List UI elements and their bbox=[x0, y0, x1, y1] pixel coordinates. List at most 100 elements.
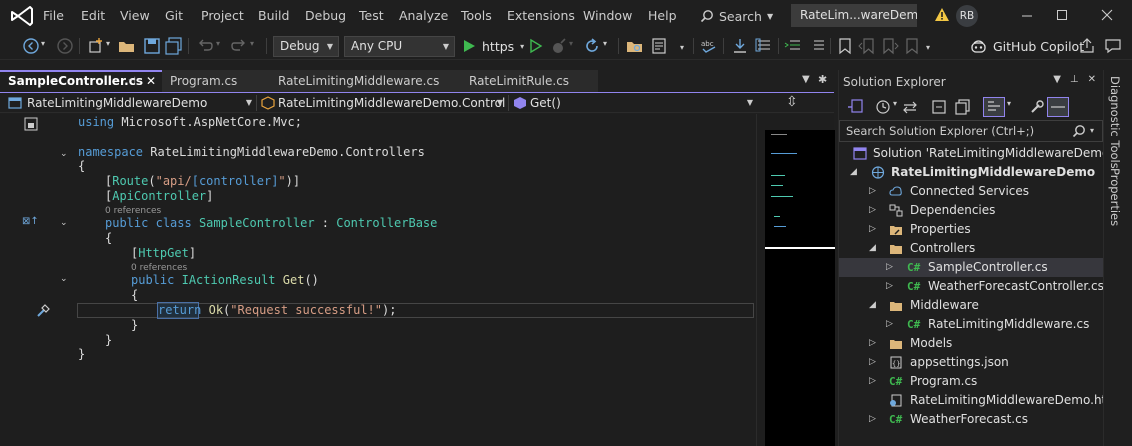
maximize-icon[interactable] bbox=[1051, 4, 1073, 26]
share-icon[interactable] bbox=[1078, 37, 1096, 55]
tree-item-program[interactable]: ▷ C# Program.cs bbox=[839, 372, 1103, 391]
project-dropdown[interactable]: RateLimitingMiddlewareDemo ▼ bbox=[6, 94, 254, 112]
back-dropdown-icon[interactable]: ▾ bbox=[41, 39, 45, 48]
member-dropdown[interactable]: Get() ▼ bbox=[511, 94, 755, 112]
global-search[interactable]: Search ▼ bbox=[700, 6, 773, 26]
collapsed-chevron-icon[interactable]: ▷ bbox=[869, 182, 876, 201]
minimap-scrollbar[interactable] bbox=[756, 114, 835, 446]
properties-wrench-icon[interactable] bbox=[1029, 99, 1045, 115]
spell-check-icon[interactable]: abc bbox=[700, 37, 718, 55]
hot-reload-dropdown-icon[interactable]: ▾ bbox=[569, 39, 573, 48]
expanded-chevron-icon[interactable]: ◢ bbox=[869, 296, 876, 315]
save-icon[interactable] bbox=[143, 37, 161, 55]
comment-lines-icon[interactable] bbox=[755, 37, 773, 55]
previous-bookmark-icon[interactable] bbox=[858, 37, 876, 55]
collapsed-chevron-icon[interactable]: ▷ bbox=[869, 334, 876, 353]
pin-icon[interactable]: ⊥ bbox=[1070, 74, 1079, 85]
step-into-icon[interactable] bbox=[731, 37, 749, 55]
fold-collapse-icon[interactable]: ⌄ bbox=[60, 218, 68, 228]
menu-analyze[interactable]: Analyze bbox=[399, 8, 448, 23]
menu-window[interactable]: Window bbox=[583, 8, 632, 23]
configuration-select[interactable]: Debug ▼ bbox=[273, 36, 339, 57]
close-icon[interactable]: ✕ bbox=[1088, 74, 1096, 85]
menu-extensions[interactable]: Extensions bbox=[507, 8, 575, 23]
tree-item-connected-services[interactable]: ▷ Connected Services bbox=[839, 182, 1103, 201]
collapsed-chevron-icon[interactable]: ▷ bbox=[869, 201, 876, 220]
tree-item-appsettings[interactable]: ▷ {} appsettings.json bbox=[839, 353, 1103, 372]
minimap-viewport[interactable] bbox=[765, 130, 835, 248]
search-options-icon[interactable]: ▾ bbox=[1090, 121, 1094, 141]
tab-rate-limit-rule[interactable]: RateLimitRule.cs bbox=[461, 70, 598, 92]
menu-build[interactable]: Build bbox=[258, 8, 289, 23]
clear-bookmarks-icon[interactable] bbox=[903, 37, 921, 55]
menu-debug[interactable]: Debug bbox=[305, 8, 346, 23]
refresh-icon[interactable] bbox=[583, 37, 601, 55]
forward-icon[interactable] bbox=[56, 37, 74, 55]
redo-icon[interactable] bbox=[230, 37, 248, 55]
solution-search-input[interactable]: Search Solution Explorer (Ctrl+;) ▾ bbox=[839, 120, 1103, 142]
tab-list-dropdown-icon[interactable]: ▼ bbox=[802, 74, 810, 85]
feedback-icon[interactable] bbox=[1104, 37, 1122, 55]
undo-icon[interactable] bbox=[196, 37, 214, 55]
outdent-icon[interactable] bbox=[808, 37, 826, 55]
fold-collapse-icon[interactable]: ⌄ bbox=[60, 274, 68, 284]
chevron-down-icon[interactable]: ▾ bbox=[1007, 99, 1011, 108]
tree-item-middleware[interactable]: ◢ Middleware bbox=[839, 296, 1103, 315]
save-all-icon[interactable] bbox=[165, 37, 183, 55]
redo-dropdown-icon[interactable]: ▾ bbox=[250, 39, 254, 48]
tab-properties[interactable]: Properties bbox=[1108, 168, 1122, 226]
warning-icon[interactable] bbox=[934, 7, 950, 22]
new-project-icon[interactable] bbox=[87, 37, 105, 55]
hot-reload-icon[interactable] bbox=[550, 37, 568, 55]
tree-item-properties[interactable]: ▷ Properties bbox=[839, 220, 1103, 239]
toggle-options-icon[interactable] bbox=[1047, 97, 1069, 117]
expanded-chevron-icon[interactable]: ◢ bbox=[869, 239, 876, 258]
settings-gear-icon[interactable]: ✱ bbox=[818, 73, 827, 86]
open-folder-icon[interactable] bbox=[118, 37, 136, 55]
tab-program[interactable]: Program.cs bbox=[162, 70, 270, 92]
code-editor[interactable]: ⊠↑ ⌄ ⌄ ⌄ using Microsoft.AspNetCore.Mvc;… bbox=[0, 114, 835, 446]
collapsed-chevron-icon[interactable]: ▷ bbox=[869, 410, 876, 429]
implementation-marker-icon[interactable]: ⊠↑ bbox=[22, 216, 39, 227]
tree-item-http-file[interactable]: RateLimitingMiddlewareDemo.http bbox=[839, 391, 1119, 410]
preview-selected-icon[interactable] bbox=[983, 97, 1005, 117]
format-document-icon[interactable] bbox=[650, 37, 668, 55]
tab-rate-limiting-middleware[interactable]: RateLimitingMiddleware.cs bbox=[270, 70, 461, 92]
show-all-files-icon[interactable] bbox=[955, 99, 971, 115]
menu-help[interactable]: Help bbox=[648, 8, 677, 23]
overflow-icon[interactable]: ▾ bbox=[680, 43, 684, 52]
start-without-debugging-icon[interactable] bbox=[527, 37, 545, 55]
panel-options-icon[interactable]: ▼ bbox=[1053, 74, 1061, 85]
switch-views-icon[interactable] bbox=[847, 99, 863, 115]
collapsed-chevron-icon[interactable]: ▷ bbox=[869, 220, 876, 239]
pin-icon[interactable]: ⊣ bbox=[128, 72, 136, 91]
minimap-overview[interactable] bbox=[765, 249, 835, 446]
type-dropdown[interactable]: RateLimitingMiddlewareDemo.Controlle ▼ bbox=[259, 94, 505, 112]
next-bookmark-icon[interactable] bbox=[881, 37, 899, 55]
close-icon[interactable] bbox=[1096, 4, 1118, 26]
collapsed-chevron-icon[interactable]: ▷ bbox=[869, 372, 876, 391]
tree-item-weather-forecast[interactable]: ▷ C# WeatherForecast.cs bbox=[839, 410, 1103, 429]
collapsed-chevron-icon[interactable]: ▷ bbox=[886, 277, 893, 296]
menu-git[interactable]: Git bbox=[165, 8, 183, 23]
github-copilot-button[interactable]: GitHub Copilot bbox=[970, 37, 1084, 55]
start-debugging-button[interactable]: https ▾ bbox=[463, 37, 524, 55]
menu-project[interactable]: Project bbox=[201, 8, 244, 23]
tree-item-models[interactable]: ▷ Models bbox=[839, 334, 1103, 353]
indent-icon[interactable] bbox=[784, 37, 802, 55]
toolbar-overflow-icon[interactable]: ▾ bbox=[926, 43, 930, 52]
quick-actions-icon[interactable] bbox=[24, 117, 38, 131]
new-dropdown-icon[interactable]: ▾ bbox=[106, 39, 110, 48]
tree-item-sample-controller[interactable]: ▷ C# SampleController.cs bbox=[839, 258, 1103, 277]
menu-edit[interactable]: Edit bbox=[81, 8, 105, 23]
browse-folder-icon[interactable] bbox=[626, 37, 644, 55]
tree-item-dependencies[interactable]: ▷ Dependencies bbox=[839, 201, 1103, 220]
collapsed-chevron-icon[interactable]: ▷ bbox=[869, 353, 876, 372]
pending-changes-icon[interactable] bbox=[875, 99, 891, 115]
tab-sample-controller[interactable]: SampleController.cs ⊣ ✕ bbox=[0, 70, 162, 92]
collapse-all-icon[interactable] bbox=[931, 99, 947, 115]
close-tab-icon[interactable]: ✕ bbox=[146, 72, 156, 91]
platform-select[interactable]: Any CPU ▼ bbox=[344, 36, 455, 57]
collapsed-chevron-icon[interactable]: ▷ bbox=[886, 315, 893, 334]
fold-collapse-icon[interactable]: ⌄ bbox=[60, 149, 68, 159]
